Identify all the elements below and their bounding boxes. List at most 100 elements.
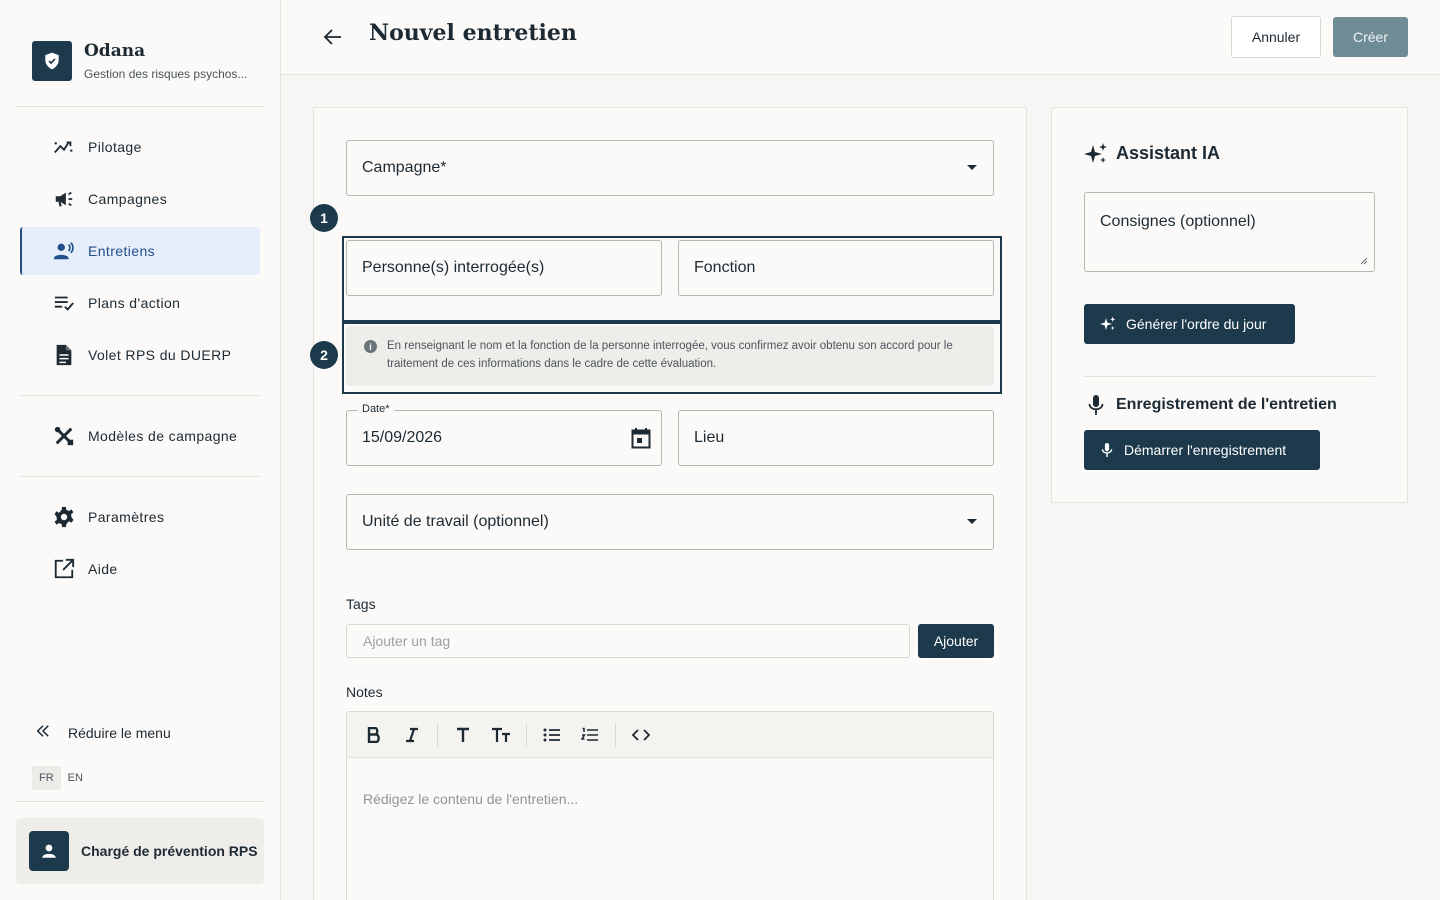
instructions-textarea[interactable]: Consignes (optionnel)	[1084, 192, 1375, 272]
campaign-select-label: Campagne*	[362, 159, 447, 176]
divider	[1084, 376, 1375, 377]
tools-icon	[52, 424, 76, 448]
user-card[interactable]: Chargé de prévention RPS	[16, 818, 264, 884]
function-label: Fonction	[694, 259, 756, 276]
start-recording-button[interactable]: Démarrer l'enregistrement	[1084, 430, 1320, 470]
sparkles-icon	[1084, 142, 1108, 171]
generate-agenda-label: Générer l'ordre du jour	[1126, 316, 1267, 332]
numbered-list-icon[interactable]	[573, 720, 607, 750]
tags-heading: Tags	[346, 596, 376, 612]
back-arrow-icon[interactable]	[321, 25, 345, 49]
date-label: Date*	[358, 403, 394, 415]
microphone-icon	[1086, 394, 1106, 421]
sidebar-item-plans-action[interactable]: Plans d'action	[20, 279, 260, 327]
sidebar-item-label: Modèles de campagne	[88, 428, 238, 444]
brand[interactable]: Odana Gestion des risques psychos...	[32, 41, 247, 81]
user-avatar-icon	[29, 831, 69, 871]
campaign-select[interactable]: Campagne*	[346, 140, 994, 196]
gear-icon	[52, 505, 76, 529]
shield-check-icon	[32, 41, 72, 81]
info-icon: i	[364, 340, 377, 353]
caret-down-icon	[967, 519, 977, 524]
sidebar-item-aide[interactable]: Aide	[20, 545, 260, 593]
bold-icon[interactable]	[357, 720, 391, 750]
caret-down-icon	[967, 165, 977, 170]
assistant-title: Assistant IA	[1116, 143, 1221, 163]
step-badge-1: 1	[310, 204, 338, 232]
tag-input[interactable]: Ajouter un tag	[346, 624, 910, 658]
interviewee-label: Personne(s) interrogée(s)	[362, 259, 545, 276]
checklist-icon	[52, 291, 76, 315]
divider	[20, 395, 260, 396]
language-fr[interactable]: FR	[32, 766, 61, 790]
divider	[16, 801, 264, 802]
sidebar-item-label: Campagnes	[88, 191, 168, 207]
sidebar-item-label: Volet RPS du DUERP	[88, 347, 232, 363]
cancel-button[interactable]: Annuler	[1231, 16, 1321, 58]
double-chevron-left-icon	[34, 722, 52, 743]
document-icon	[52, 343, 76, 367]
chart-trend-icon	[52, 135, 76, 159]
editor-toolbar	[347, 712, 993, 758]
speaking-person-icon	[52, 239, 76, 263]
heading-icon[interactable]	[446, 720, 480, 750]
place-field[interactable]: Lieu	[678, 410, 994, 466]
language-en[interactable]: EN	[61, 766, 90, 790]
interviewee-field[interactable]: Personne(s) interrogée(s)	[346, 240, 662, 296]
language-switcher: FR EN	[32, 766, 90, 790]
sidebar-item-parametres[interactable]: Paramètres	[20, 493, 260, 541]
notes-heading: Notes	[346, 684, 383, 700]
italic-icon[interactable]	[395, 720, 429, 750]
brand-name: Odana	[84, 41, 146, 61]
page-header: Nouvel entretien Annuler Créer	[281, 0, 1440, 75]
collapse-menu-label: Réduire le menu	[68, 724, 171, 741]
generate-agenda-button[interactable]: Générer l'ordre du jour	[1084, 304, 1295, 344]
sidebar-item-pilotage[interactable]: Pilotage	[20, 123, 260, 171]
toolbar-divider	[526, 722, 527, 747]
consent-info-alert: i En renseignant le nom et la fonction d…	[346, 326, 994, 386]
consent-info-text: En renseignant le nom et la fonction de …	[387, 340, 953, 370]
place-label: Lieu	[694, 429, 725, 446]
divider	[16, 106, 264, 107]
sidebar: Odana Gestion des risques psychos... Pil…	[0, 0, 281, 900]
sidebar-item-label: Aide	[88, 561, 118, 577]
create-button[interactable]: Créer	[1333, 17, 1408, 57]
sidebar-item-volet-rps[interactable]: Volet RPS du DUERP	[20, 331, 260, 379]
text-size-icon[interactable]	[484, 720, 518, 750]
tag-input-placeholder: Ajouter un tag	[363, 633, 451, 649]
resize-handle-icon[interactable]	[1358, 255, 1368, 265]
megaphone-icon	[52, 187, 76, 211]
notes-editor[interactable]: Rédigez le contenu de l'entretien...	[346, 711, 994, 900]
step-badge-2: 2	[310, 341, 338, 369]
sidebar-item-campagnes[interactable]: Campagnes	[20, 175, 260, 223]
brand-subtitle: Gestion des risques psychos...	[84, 67, 248, 81]
code-icon[interactable]	[624, 720, 658, 750]
sidebar-item-modeles[interactable]: Modèles de campagne	[20, 412, 260, 460]
external-link-icon	[52, 557, 76, 581]
instructions-label: Consignes (optionnel)	[1100, 213, 1256, 230]
calendar-icon[interactable]	[631, 427, 651, 454]
work-unit-label: Unité de travail (optionnel)	[362, 513, 549, 530]
sidebar-item-label: Paramètres	[88, 509, 165, 525]
date-value: 15/09/2026	[362, 429, 443, 446]
page-title: Nouvel entretien	[369, 20, 577, 46]
toolbar-divider	[615, 722, 616, 747]
function-field[interactable]: Fonction	[678, 240, 994, 296]
work-unit-select[interactable]: Unité de travail (optionnel)	[346, 494, 994, 550]
add-tag-button[interactable]: Ajouter	[918, 624, 994, 658]
date-field[interactable]: Date* 15/09/2026	[346, 403, 662, 466]
sparkles-icon	[1100, 316, 1116, 332]
collapse-menu-button[interactable]: Réduire le menu	[34, 722, 171, 743]
start-recording-label: Démarrer l'enregistrement	[1124, 442, 1287, 458]
user-role: Chargé de prévention RPS	[81, 843, 258, 859]
notes-placeholder: Rédigez le contenu de l'entretien...	[363, 791, 579, 807]
sidebar-item-label: Entretiens	[88, 243, 156, 259]
bullet-list-icon[interactable]	[535, 720, 569, 750]
microphone-icon	[1100, 442, 1114, 458]
sidebar-item-label: Plans d'action	[88, 295, 181, 311]
sidebar-item-entretiens[interactable]: Entretiens	[20, 227, 260, 275]
toolbar-divider	[437, 722, 438, 747]
sidebar-item-label: Pilotage	[88, 139, 142, 155]
recording-title: Enregistrement de l'entretien	[1116, 396, 1337, 413]
divider	[20, 476, 260, 477]
